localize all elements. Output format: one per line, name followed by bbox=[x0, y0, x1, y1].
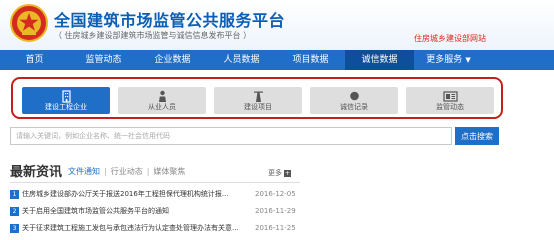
tab-separator: | bbox=[104, 167, 107, 176]
news-item-date: 2016-11-29 bbox=[255, 207, 296, 215]
tab-separator: | bbox=[146, 167, 150, 176]
nav-item-personnel-data[interactable]: 人员数据 bbox=[207, 50, 276, 70]
news-item-title: 关于启用全国建筑市场监管公共服务平台的通知 bbox=[22, 207, 169, 215]
search-button[interactable]: 点击搜索 bbox=[455, 127, 499, 145]
news-section-title: 最新资讯 bbox=[10, 165, 63, 180]
medal-icon bbox=[349, 91, 359, 101]
category-label: 从业人员 bbox=[148, 103, 176, 111]
news-more-label: 更多 bbox=[268, 169, 282, 177]
document-icon bbox=[442, 91, 458, 102]
news-item-title: 住房城乡建设部办公厅关于报送2016年工程担保代理机构统计报... bbox=[22, 190, 229, 198]
category-credit-button[interactable]: 诚信记录 bbox=[310, 87, 398, 114]
site-subtitle: （ 住房城乡建设部建筑市场监管与诚信信息发布平台 ） bbox=[54, 31, 252, 40]
building-icon bbox=[61, 90, 71, 103]
nav-item-enterprise-data[interactable]: 企业数据 bbox=[138, 50, 207, 70]
plus-icon: + bbox=[284, 169, 291, 177]
category-supervision-button[interactable]: 监管动态 bbox=[406, 87, 494, 114]
news-item-date: 2016-12-05 bbox=[255, 190, 296, 198]
news-header: 最新资讯 文件通知 | 行业动态 | 媒体聚焦 更多 + bbox=[10, 163, 300, 181]
site-title: 全国建筑市场监管公共服务平台 bbox=[54, 11, 286, 30]
ministry-website-link[interactable]: 住房城乡建设部网站 bbox=[414, 33, 486, 44]
search-bar: 点击搜索 bbox=[10, 127, 499, 145]
news-item-title: 关于征求建筑工程施工发包与承包违法行为认定查处管理办法有关意... bbox=[22, 224, 239, 232]
nav-item-project-data[interactable]: 项目数据 bbox=[276, 50, 345, 70]
news-item-number: 1 bbox=[10, 190, 19, 199]
list-item[interactable]: 3 关于征求建筑工程施工发包与承包违法行为认定查处管理办法有关意... 2016… bbox=[10, 220, 300, 237]
list-item[interactable]: 2 关于启用全国建筑市场监管公共服务平台的通知 2016-11-29 bbox=[10, 203, 300, 220]
news-tabs: 文件通知 | 行业动态 | 媒体聚焦 bbox=[68, 166, 185, 177]
category-project-button[interactable]: 建设项目 bbox=[214, 87, 302, 114]
category-label: 建设工程企业 bbox=[45, 103, 87, 111]
nav-item-supervision-news[interactable]: 监管动态 bbox=[69, 50, 138, 70]
category-label: 监管动态 bbox=[436, 103, 464, 111]
tab-industry-news[interactable]: 行业动态 bbox=[111, 167, 143, 176]
nav-item-credit-data[interactable]: 诚信数据 bbox=[345, 50, 414, 70]
category-panel: 建设工程企业 从业人员 建设项目 诚信记录 监管动态 bbox=[11, 77, 503, 119]
news-list: 1 住房城乡建设部办公厅关于报送2016年工程担保代理机构统计报... 2016… bbox=[10, 186, 300, 237]
list-item[interactable]: 1 住房城乡建设部办公厅关于报送2016年工程担保代理机构统计报... 2016… bbox=[10, 186, 300, 203]
main-nav: 首页 监管动态 企业数据 人员数据 项目数据 诚信数据 更多服务 ▼ bbox=[0, 50, 554, 70]
nav-item-home[interactable]: 首页 bbox=[0, 50, 69, 70]
tab-file-notices[interactable]: 文件通知 bbox=[68, 167, 100, 176]
site-header: 全国建筑市场监管公共服务平台 （ 住房城乡建设部建筑市场监管与诚信信息发布平台 … bbox=[0, 0, 554, 50]
news-more-link[interactable]: 更多 + bbox=[268, 168, 291, 178]
caret-down-icon: ▼ bbox=[465, 56, 471, 64]
news-item-number: 3 bbox=[10, 224, 19, 233]
crane-icon bbox=[253, 91, 263, 102]
national-emblem-icon bbox=[10, 4, 48, 42]
search-input[interactable] bbox=[10, 127, 452, 145]
news-item-date: 2016-11-25 bbox=[255, 224, 296, 232]
tab-media-focus[interactable]: 媒体聚焦 bbox=[153, 167, 185, 176]
nav-more-label: 更多服务 bbox=[426, 55, 463, 65]
category-label: 建设项目 bbox=[244, 103, 272, 111]
category-enterprise-button[interactable]: 建设工程企业 bbox=[22, 87, 110, 114]
nav-item-more-services[interactable]: 更多服务 ▼ bbox=[414, 50, 483, 70]
category-label: 诚信记录 bbox=[340, 103, 368, 111]
person-icon bbox=[158, 90, 166, 102]
news-divider bbox=[10, 182, 300, 183]
category-personnel-button[interactable]: 从业人员 bbox=[118, 87, 206, 114]
news-item-number: 2 bbox=[10, 207, 19, 216]
